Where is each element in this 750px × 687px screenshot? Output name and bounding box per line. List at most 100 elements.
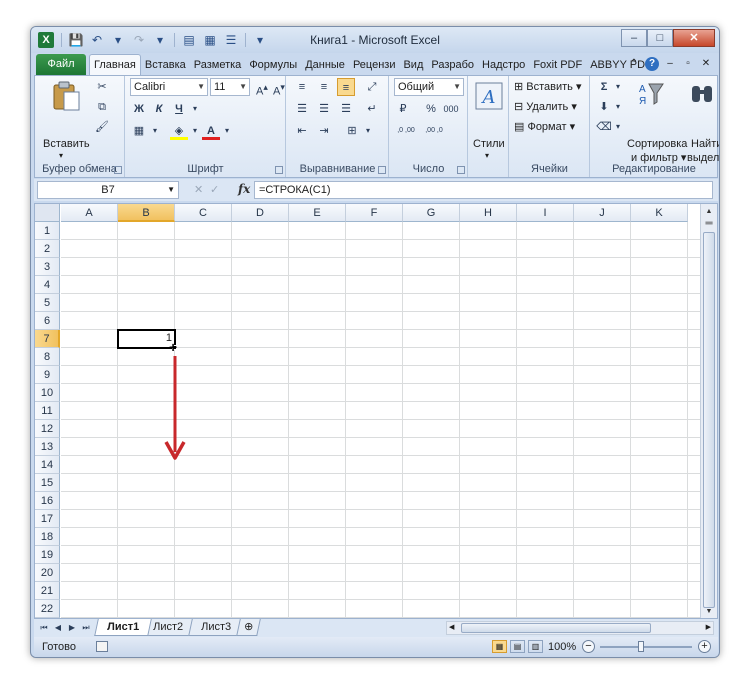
scroll-right-icon[interactable]: ▶ <box>706 623 711 631</box>
sheet-tab-3[interactable]: Лист3 <box>188 619 244 636</box>
tab-addins[interactable]: Надстро <box>478 55 529 75</box>
scroll-up-icon[interactable]: ▲ <box>703 206 715 218</box>
row-header-7[interactable]: 7 <box>35 330 60 348</box>
row-header-16[interactable]: 16 <box>35 492 60 510</box>
styles-dropdown-icon[interactable]: ▾ <box>485 151 489 160</box>
align-bottom-icon[interactable]: ≡ <box>337 78 355 96</box>
minimize-ribbon-icon[interactable]: ⌃ <box>627 57 641 71</box>
column-header-i[interactable]: I <box>517 204 574 222</box>
tab-home[interactable]: Главная <box>89 54 141 75</box>
find-select-label[interactable]: Найти и <box>691 138 719 150</box>
insert-cells-button[interactable]: ⊞ Вставить ▾ <box>514 80 582 93</box>
first-sheet-icon[interactable]: ⏮ <box>38 622 50 634</box>
scroll-left-icon[interactable]: ◀ <box>449 623 454 631</box>
copy-icon[interactable]: ⧉ <box>93 98 111 116</box>
paste-button-label[interactable]: Вставить <box>43 138 90 150</box>
row-header-19[interactable]: 19 <box>35 546 60 564</box>
align-left-icon[interactable]: ☰ <box>293 100 311 118</box>
cut-icon[interactable]: ✂ <box>93 78 111 96</box>
column-header-k[interactable]: K <box>631 204 688 222</box>
font-name-select[interactable]: Calibri ▼ <box>130 78 208 96</box>
clipboard-dialog-launcher-icon[interactable] <box>114 166 122 174</box>
tab-developer[interactable]: Разрабо <box>427 55 478 75</box>
clear-dropdown-icon[interactable]: ▾ <box>609 118 627 136</box>
fill-dropdown-icon[interactable]: ▾ <box>609 98 627 116</box>
format-cells-button[interactable]: ▤ Формат ▾ <box>514 120 575 133</box>
number-dialog-launcher-icon[interactable] <box>457 166 465 174</box>
row-header-21[interactable]: 21 <box>35 582 60 600</box>
styles-button-label[interactable]: Стили <box>473 138 505 150</box>
row-header-8[interactable]: 8 <box>35 348 60 366</box>
row-header-9[interactable]: 9 <box>35 366 60 384</box>
tab-page-layout[interactable]: Разметка <box>190 55 246 75</box>
bold-button[interactable]: Ж <box>130 100 148 118</box>
formula-enter-icon[interactable]: ✓ <box>210 183 219 196</box>
row-header-4[interactable]: 4 <box>35 276 60 294</box>
increase-font-icon[interactable]: A▴ <box>253 78 271 98</box>
vertical-scroll-thumb[interactable] <box>703 232 715 608</box>
paste-dropdown-icon[interactable]: ▾ <box>59 151 63 160</box>
row-header-6[interactable]: 6 <box>35 312 60 330</box>
row-header-2[interactable]: 2 <box>35 240 60 258</box>
find-select-icon[interactable] <box>689 80 715 108</box>
font-color-dropdown-icon[interactable]: ▾ <box>218 122 236 140</box>
sheet-tab-1[interactable]: Лист1 <box>94 619 152 636</box>
active-cell-b7[interactable]: 1 <box>117 329 176 349</box>
normal-view-button[interactable]: ▦ <box>492 640 507 653</box>
decrease-font-icon[interactable]: A▾ <box>270 78 288 98</box>
next-sheet-icon[interactable]: ▶ <box>66 622 78 634</box>
row-header-22[interactable]: 22 <box>35 600 60 618</box>
text-orientation-icon[interactable]: ⤢ <box>363 78 381 96</box>
page-break-view-button[interactable]: ▥ <box>528 640 543 653</box>
sort-filter-label[interactable]: Сортировка <box>627 138 687 150</box>
currency-icon[interactable]: ₽ <box>394 100 412 118</box>
formula-cancel-icon[interactable]: ✕ <box>194 183 203 196</box>
zoom-slider-track[interactable] <box>600 646 692 648</box>
underline-dropdown-icon[interactable]: ▾ <box>186 100 204 118</box>
tab-file[interactable]: Файл <box>36 54 86 75</box>
insert-sheet-button[interactable]: ⊕ <box>236 619 262 636</box>
vertical-scrollbar[interactable]: ▲ ═ ▼ <box>700 204 717 618</box>
thousands-separator-button[interactable]: 000 <box>442 100 460 118</box>
align-right-icon[interactable]: ☰ <box>337 100 355 118</box>
delete-cells-button[interactable]: ⊟ Удалить ▾ <box>514 100 577 113</box>
column-header-g[interactable]: G <box>403 204 460 222</box>
split-handle-icon[interactable]: ═ <box>703 218 715 230</box>
insert-function-button[interactable]: fx <box>238 182 250 196</box>
column-header-c[interactable]: C <box>175 204 232 222</box>
worksheet[interactable]: ABCDEFGHIJK 1 2 3 4 5 6 7 8 9 10 11 12 13 14 15 16 17 18 1… <box>34 203 718 619</box>
row-header-12[interactable]: 12 <box>35 420 60 438</box>
column-header-f[interactable]: F <box>346 204 403 222</box>
row-header-11[interactable]: 11 <box>35 402 60 420</box>
row-header-15[interactable]: 15 <box>35 474 60 492</box>
column-header-d[interactable]: D <box>232 204 289 222</box>
select-all-button[interactable] <box>35 204 60 222</box>
macro-record-icon[interactable] <box>96 641 108 652</box>
row-header-17[interactable]: 17 <box>35 510 60 528</box>
maximize-button[interactable]: □ <box>647 29 673 47</box>
autosum-dropdown-icon[interactable]: ▾ <box>609 78 627 96</box>
row-header-3[interactable]: 3 <box>35 258 60 276</box>
align-center-icon[interactable]: ☰ <box>315 100 333 118</box>
zoom-slider-thumb[interactable] <box>638 641 644 652</box>
tab-view[interactable]: Вид <box>399 55 427 75</box>
zoom-level[interactable]: 100% <box>548 641 576 653</box>
paste-icon[interactable] <box>50 80 82 112</box>
row-header-10[interactable]: 10 <box>35 384 60 402</box>
scroll-down-icon[interactable]: ▼ <box>703 606 715 618</box>
zoom-out-button[interactable]: − <box>582 640 595 653</box>
prev-sheet-icon[interactable]: ◀ <box>52 622 64 634</box>
horizontal-scroll-thumb[interactable] <box>461 623 651 633</box>
cell-grid[interactable] <box>61 222 701 618</box>
tab-review[interactable]: Рецензи <box>349 55 400 75</box>
styles-icon[interactable]: A <box>473 80 505 112</box>
alignment-dialog-launcher-icon[interactable] <box>378 166 386 174</box>
number-format-select[interactable]: Общий ▼ <box>394 78 464 96</box>
wrap-text-icon[interactable]: ↵ <box>363 100 381 118</box>
format-painter-icon[interactable]: 🖌 <box>93 118 111 136</box>
zoom-in-button[interactable]: + <box>698 640 711 653</box>
decrease-decimal-button[interactable]: ,00 ,0 <box>422 122 446 140</box>
row-header-1[interactable]: 1 <box>35 222 60 240</box>
column-header-b[interactable]: B <box>118 204 175 222</box>
tab-insert[interactable]: Вставка <box>141 55 190 75</box>
